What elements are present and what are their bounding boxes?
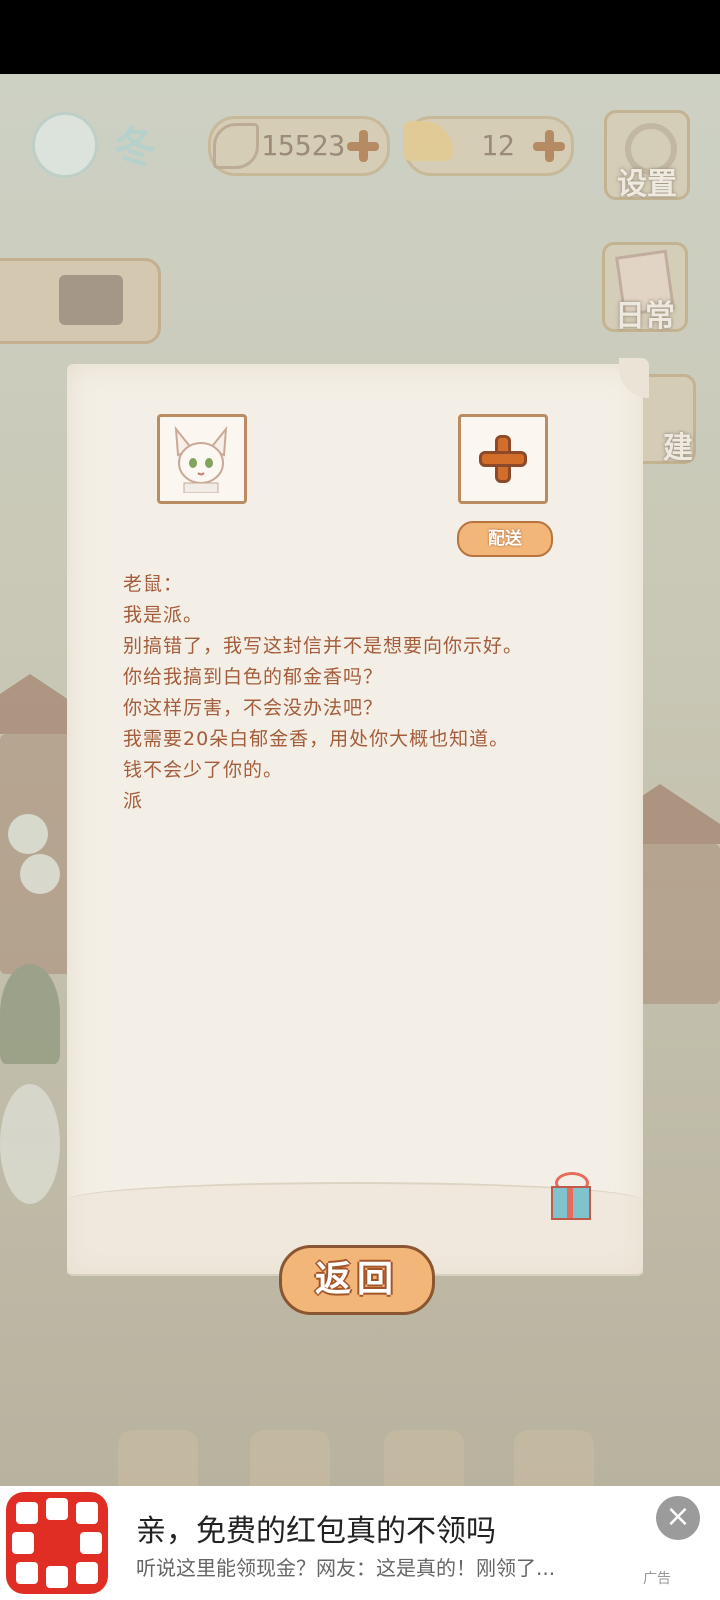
ad-title[interactable]: 亲，免费的红包真的不领吗 xyxy=(136,1506,496,1550)
app-logo-icon xyxy=(6,1492,108,1594)
add-fish-coin-button[interactable] xyxy=(345,128,381,164)
cheese-icon xyxy=(403,121,453,161)
ad-description[interactable]: 听说这里能领现金？网友：这是真的！刚领了... xyxy=(136,1552,614,1581)
fish-coin-counter: 15523 xyxy=(208,116,390,176)
letter-line: 我需要20朵白郁金香，用处你大概也知道。 xyxy=(123,728,510,750)
letter-line: 钱不会少了你的。 xyxy=(123,759,284,781)
add-item-slot[interactable] xyxy=(458,414,548,504)
briefcase-icon xyxy=(59,275,123,325)
letter-line: 你这样厉害，不会没办法吧？ xyxy=(123,697,384,719)
snowman-icon xyxy=(32,112,98,178)
fish-bone-icon xyxy=(213,123,259,169)
settings-button[interactable]: 设置 xyxy=(604,110,690,202)
fish-coin-value: 15523 xyxy=(261,129,346,162)
plus-icon xyxy=(479,435,527,483)
cheese-value: 12 xyxy=(481,129,515,162)
ad-banner[interactable]: 亲，免费的红包真的不领吗 听说这里能领现金？网友：这是真的！刚领了... × 广… xyxy=(0,1486,720,1600)
close-icon[interactable]: × xyxy=(656,1496,700,1540)
status-bar xyxy=(0,0,720,74)
season-label: 冬 xyxy=(114,123,157,172)
daily-button[interactable]: 日常 xyxy=(602,242,688,334)
daily-label: 日常 xyxy=(615,299,675,334)
bottom-menu-icon-4[interactable] xyxy=(514,1430,594,1486)
add-cheese-button[interactable] xyxy=(531,128,567,164)
letter-body: 老鼠： 我是派。 别搞错了，我写这封信并不是想要向你示好。 你给我搞到白色的郁金… xyxy=(123,569,603,817)
white-cat-icon xyxy=(174,425,228,493)
bottom-menu-icon-1[interactable] xyxy=(118,1430,198,1486)
sender-avatar xyxy=(157,414,247,504)
cheese-counter: 12 xyxy=(403,116,574,176)
bottom-menu-icon-2[interactable] xyxy=(250,1430,330,1486)
letter-dialog: 配送 老鼠： 我是派。 别搞错了，我写这封信并不是想要向你示好。 你给我搞到白色… xyxy=(67,358,649,1274)
settings-label: 设置 xyxy=(617,167,677,202)
season-badge[interactable]: 冬 xyxy=(28,104,172,178)
letter-line: 派 xyxy=(123,790,144,812)
bottom-menu-icon-3[interactable] xyxy=(384,1430,464,1486)
letter-line: 你给我搞到白色的郁金香吗？ xyxy=(123,666,384,688)
ad-tag: 广告 xyxy=(643,1571,671,1587)
letter-line: 我是派。 xyxy=(123,604,204,626)
gift-icon[interactable] xyxy=(545,1172,591,1220)
letter-line: 老鼠： xyxy=(123,573,184,595)
back-button[interactable]: 返回 xyxy=(279,1245,435,1315)
letter-line: 别搞错了，我写这封信并不是想要向你示好。 xyxy=(123,635,524,657)
deliver-button[interactable]: 配送 xyxy=(457,521,553,557)
briefcase-tab[interactable] xyxy=(0,258,161,344)
